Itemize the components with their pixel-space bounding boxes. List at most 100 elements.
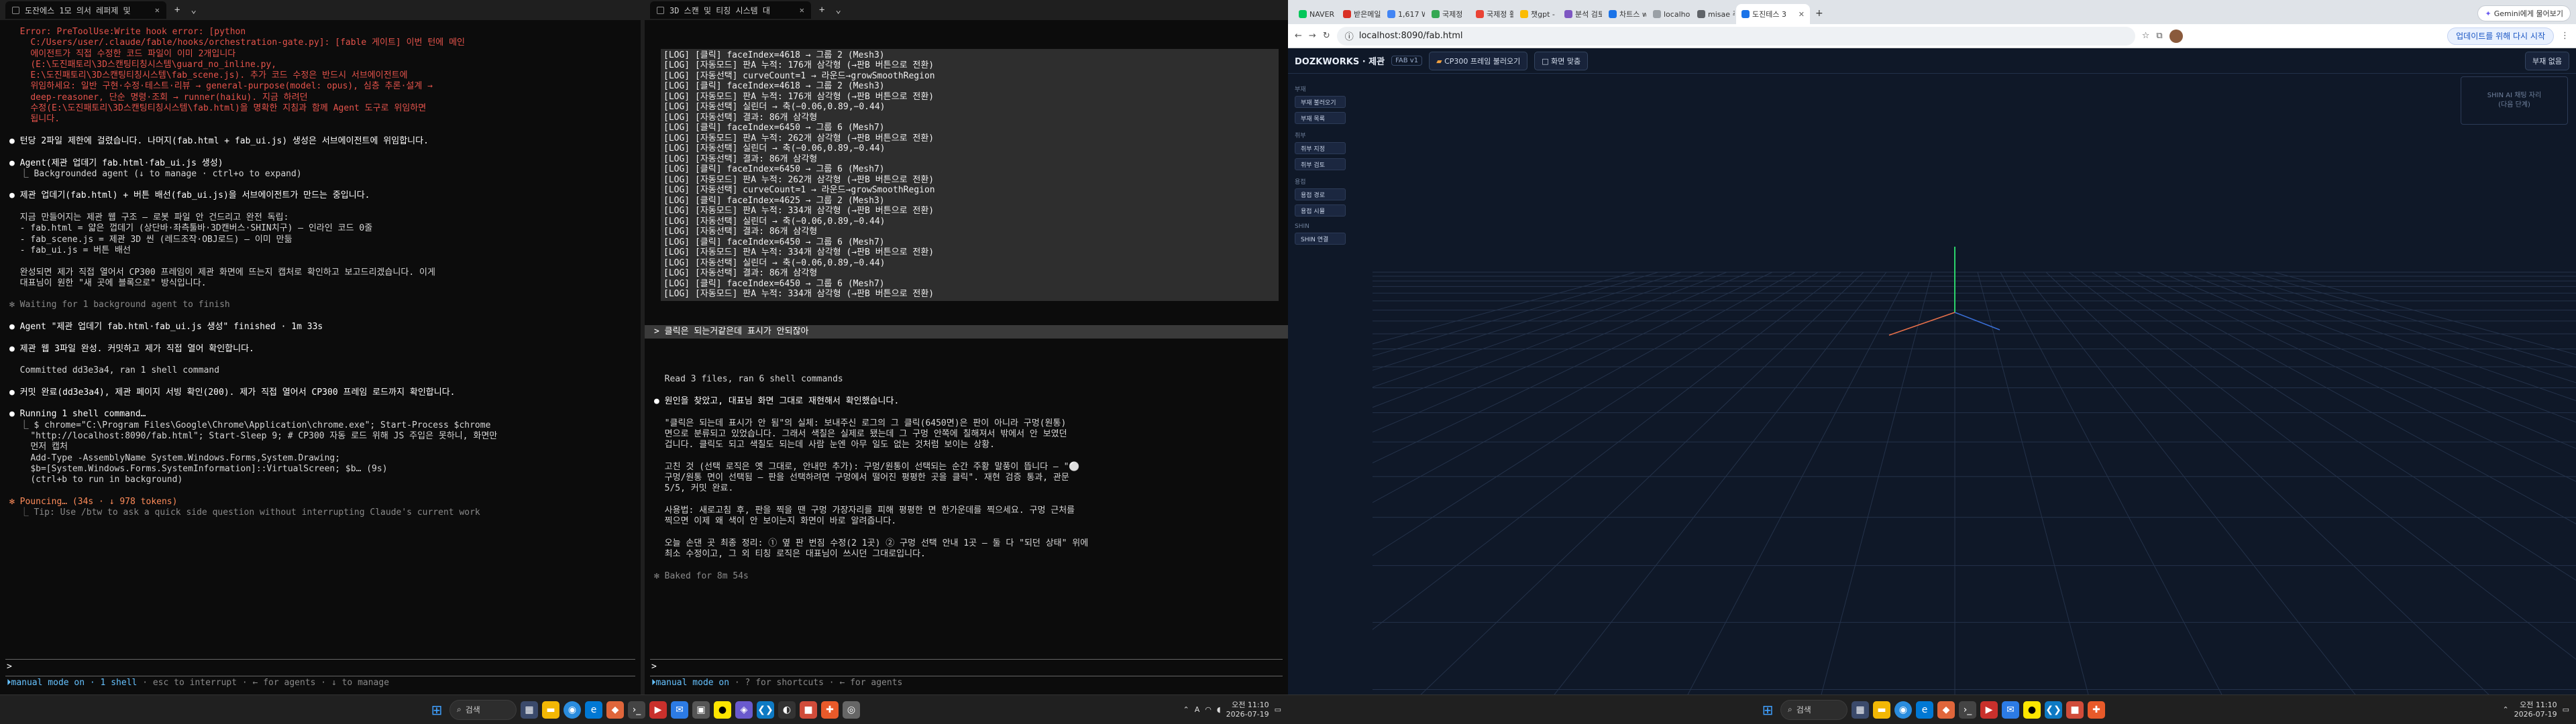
- file-explorer-icon[interactable]: ▬: [542, 701, 559, 719]
- app-icon[interactable]: ◐: [778, 701, 796, 719]
- browser-tab[interactable]: 국제정: [1426, 4, 1469, 24]
- task-view-icon[interactable]: ▦: [521, 701, 538, 719]
- favicon-icon: [1609, 10, 1617, 18]
- log-line: [LOG] [클릭] faceIndex=4618 → 그룹 2 (Mesh3): [663, 50, 885, 60]
- browser-tab[interactable]: misae 주: [1692, 4, 1735, 24]
- app-icon[interactable]: ◎: [843, 701, 860, 719]
- chevron-up-icon[interactable]: ⌃: [2502, 705, 2508, 714]
- browser-tab[interactable]: NAVER: [1293, 4, 1336, 24]
- fit-view-button[interactable]: □ 화면 맞춤: [1534, 51, 1589, 70]
- close-icon[interactable]: ✕: [155, 5, 160, 15]
- site-info-icon[interactable]: ⓘ: [1345, 29, 1354, 42]
- system-clock[interactable]: 오전 11:10 2026-07-19: [1226, 701, 1269, 719]
- kakaotalk-icon[interactable]: ●: [2023, 701, 2041, 719]
- taskbar-search[interactable]: ⌕ 검색: [1780, 699, 1847, 720]
- sidebar-button[interactable]: 취부 검토: [1295, 158, 1346, 170]
- ime-indicator[interactable]: A: [1195, 705, 1200, 714]
- app-icon[interactable]: ◆: [1937, 701, 1955, 719]
- placeholder-line-1: SHIN AI 채팅 자리: [2487, 92, 2542, 99]
- browser-tab[interactable]: 차트스 w: [1603, 4, 1646, 24]
- task-view-icon[interactable]: ▦: [1851, 701, 1869, 719]
- terminal-line: Add-Type -AssemblyName System.Windows.Fo…: [9, 452, 341, 463]
- more-menu-icon[interactable]: ⋮: [2561, 31, 2569, 41]
- sidebar-button[interactable]: 용접 경로: [1295, 188, 1346, 200]
- browser-tab[interactable]: 챗gpt - 50: [1515, 4, 1558, 24]
- log-line: [LOG] [자동선택] 결과: 86개 삼각형: [663, 268, 818, 279]
- mail-icon[interactable]: ✉: [2002, 701, 2019, 719]
- right-input-area[interactable]: > ⏵manual mode on · ? for shortcuts · ← …: [645, 659, 1288, 695]
- 3d-viewport[interactable]: SHIN AI 채팅 자리 (다음 단계): [1373, 74, 2576, 695]
- terminal-app-icon[interactable]: ›_: [628, 701, 645, 719]
- new-tab-button[interactable]: +: [1811, 8, 1827, 24]
- left-terminal: 도잔에스 1모 의서 레퍼제 및 ✕ + ⌄ Error: PreToolUse…: [0, 0, 641, 695]
- vscode-icon[interactable]: ❮❯: [2045, 701, 2062, 719]
- app-icon[interactable]: ■: [2066, 701, 2084, 719]
- sidebar-button[interactable]: SHIN 연결: [1295, 233, 1346, 245]
- load-frame-button[interactable]: ▰ CP300 프레임 불러오기: [1429, 51, 1528, 70]
- terminal-line: ● Running 1 shell command…: [9, 409, 146, 420]
- reload-icon[interactable]: ↻: [1323, 31, 1330, 41]
- update-button[interactable]: 업데이트를 위해 다시 시작: [2447, 27, 2554, 45]
- wifi-icon[interactable]: ◠: [1205, 705, 1212, 714]
- new-tab-button[interactable]: +: [816, 5, 827, 15]
- chevron-down-icon[interactable]: ⌄: [188, 5, 199, 15]
- windows-start-icon[interactable]: ⊞: [1759, 701, 1776, 719]
- edge-icon[interactable]: e: [585, 701, 602, 719]
- bookmark-star-icon[interactable]: ☆: [2142, 31, 2150, 41]
- chrome-icon[interactable]: ◉: [564, 701, 581, 719]
- taskbar-search[interactable]: ⌕ 검색: [449, 699, 517, 720]
- left-terminal-tab[interactable]: 도잔에스 1모 의서 레퍼제 및 ✕: [5, 1, 166, 19]
- system-clock[interactable]: 오전 11:10 2026-07-19: [2514, 701, 2557, 719]
- left-input-area[interactable]: > ⏵manual mode on · 1 shell · esc to int…: [0, 659, 641, 695]
- chevron-down-icon[interactable]: ⌄: [833, 5, 843, 15]
- youtube-icon[interactable]: ▶: [1980, 701, 1998, 719]
- sidebar-button[interactable]: 부재 목록: [1295, 112, 1346, 124]
- right-terminal-tab[interactable]: 3D 스캔 및 티칭 시스템 대 ✕: [650, 1, 811, 19]
- back-icon[interactable]: ←: [1295, 31, 1302, 41]
- volume-icon[interactable]: ◖: [1217, 705, 1221, 714]
- chrome-icon[interactable]: ◉: [1894, 701, 1912, 719]
- member-status-button[interactable]: 부재 없음: [2525, 51, 2569, 70]
- profile-avatar[interactable]: [2169, 29, 2183, 43]
- kakaotalk-icon[interactable]: ●: [714, 701, 731, 719]
- app-icon[interactable]: ✚: [2088, 701, 2105, 719]
- extensions-icon[interactable]: ⧉: [2156, 31, 2162, 41]
- left-prompt-input[interactable]: >: [0, 660, 641, 676]
- sidebar-button[interactable]: 용접 시뮬: [1295, 204, 1346, 217]
- browser-tab[interactable]: 분석 검토: [1559, 4, 1602, 24]
- app-icon[interactable]: ◈: [735, 701, 753, 719]
- notification-icon[interactable]: ▭: [1275, 705, 1281, 714]
- notification-icon[interactable]: ▭: [2563, 705, 2569, 714]
- app-icon[interactable]: ▣: [692, 701, 710, 719]
- load-frame-label: CP300 프레임 불러오기: [1444, 56, 1521, 66]
- right-prompt-input[interactable]: >: [645, 660, 1288, 676]
- app-icon[interactable]: ✚: [821, 701, 839, 719]
- windows-start-icon[interactable]: ⊞: [428, 701, 445, 719]
- sidebar-group-title: 부재: [1295, 86, 1306, 93]
- shell-indicator: · 1 shell: [89, 678, 138, 688]
- browser-tab[interactable]: 1,617 W: [1382, 4, 1425, 24]
- forward-icon[interactable]: →: [1309, 31, 1316, 41]
- gemini-button[interactable]: ✦ Gemini에게 물어보기: [2477, 5, 2571, 21]
- browser-tab[interactable]: 받은메일함: [1338, 4, 1381, 24]
- address-bar[interactable]: ⓘ localhost:8090/fab.html: [1336, 26, 2135, 46]
- new-tab-button[interactable]: +: [172, 5, 182, 15]
- mail-icon[interactable]: ✉: [671, 701, 688, 719]
- edge-icon[interactable]: e: [1916, 701, 1933, 719]
- browser-tab-active[interactable]: 도진테스 3 ✕: [1736, 4, 1810, 24]
- sidebar-button[interactable]: 취부 지정: [1295, 142, 1346, 154]
- file-explorer-icon[interactable]: ▬: [1873, 701, 1890, 719]
- chevron-up-icon[interactable]: ⌃: [1183, 705, 1189, 714]
- vscode-icon[interactable]: ❮❯: [757, 701, 774, 719]
- close-icon[interactable]: ✕: [1799, 10, 1805, 19]
- close-icon[interactable]: ✕: [800, 5, 804, 15]
- sidebar-button[interactable]: 부재 불러오기: [1295, 96, 1346, 108]
- app-icon[interactable]: ◆: [606, 701, 624, 719]
- app-icon[interactable]: ■: [800, 701, 817, 719]
- youtube-icon[interactable]: ▶: [649, 701, 667, 719]
- log-line: [LOG] [자동선택] 실린더 → 축(−0.06,0.89,−0.44): [663, 216, 885, 227]
- browser-tab[interactable]: 국제정 활동: [1470, 4, 1513, 24]
- browser-tab[interactable]: localhost: [1648, 4, 1690, 24]
- terminal-app-icon[interactable]: ›_: [1959, 701, 1976, 719]
